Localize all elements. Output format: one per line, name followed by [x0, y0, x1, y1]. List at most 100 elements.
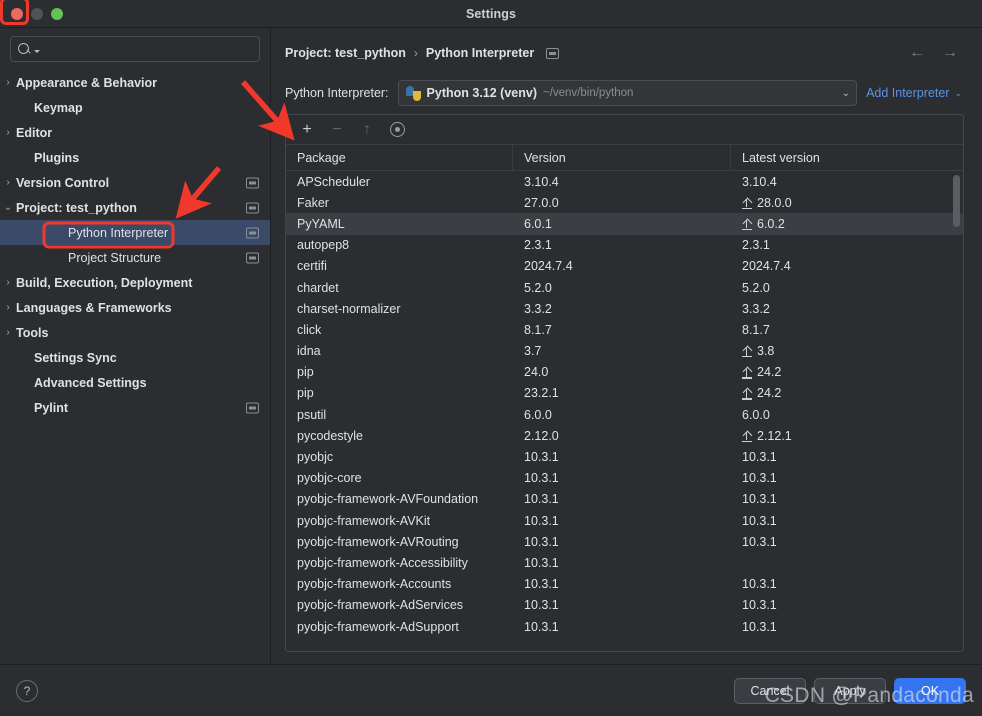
- column-header-latest-version[interactable]: Latest version: [731, 145, 963, 170]
- upgrade-available-icon: [742, 367, 752, 379]
- project-setting-badge-icon: [246, 227, 259, 238]
- interpreter-row: Python Interpreter: Python 3.12 (venv) ~…: [285, 72, 964, 114]
- cancel-button[interactable]: Cancel: [734, 677, 806, 704]
- sidebar-item-pylint[interactable]: Pylint: [0, 395, 270, 420]
- cell-latest-version: 10.3.1: [731, 450, 963, 464]
- cell-latest-version: 10.3.1: [731, 535, 963, 549]
- chevron-down-icon[interactable]: ⌄: [0, 202, 16, 213]
- chevron-right-icon[interactable]: ›: [0, 327, 16, 338]
- cell-package: pyobjc-framework-AdServices: [297, 598, 464, 613]
- cell-package: PyYAML: [297, 216, 345, 231]
- search-input[interactable]: [43, 42, 252, 56]
- upgrade-available-icon: [742, 197, 752, 210]
- breadcrumb-root[interactable]: Project: test_python: [285, 46, 406, 60]
- sidebar-item-python-interpreter[interactable]: Python Interpreter: [0, 220, 270, 245]
- chevron-down-icon[interactable]: ⌄: [836, 88, 850, 99]
- cell-latest-version: 3.8: [731, 344, 963, 358]
- sidebar-item-project-structure[interactable]: Project Structure: [0, 245, 270, 270]
- table-row[interactable]: pip 24.0 24.2: [286, 362, 963, 383]
- sidebar-item-appearance-behavior[interactable]: › Appearance & Behavior: [0, 70, 270, 95]
- search-filter-caret-icon[interactable]: [34, 49, 40, 53]
- latest-version-text: 10.3.1: [742, 577, 777, 592]
- help-button[interactable]: ?: [16, 679, 38, 702]
- table-row[interactable]: APScheduler 3.10.4 3.10.4: [286, 171, 963, 192]
- search-box[interactable]: [10, 36, 260, 62]
- cell-package: pyobjc-core: [297, 471, 362, 486]
- sidebar-item-label: Pylint: [34, 400, 69, 415]
- table-row[interactable]: autopep8 2.3.1 2.3.1: [286, 235, 963, 256]
- sidebar-item-version-control[interactable]: › Version Control: [0, 170, 270, 195]
- search-area: [0, 28, 270, 68]
- latest-version-text: 3.3.2: [742, 301, 770, 316]
- back-arrow-icon[interactable]: ←: [909, 45, 925, 61]
- table-row[interactable]: pyobjc-framework-Accounts 10.3.1 10.3.1: [286, 574, 963, 595]
- table-row[interactable]: idna 3.7 3.8: [286, 341, 963, 362]
- table-row[interactable]: PyYAML 6.0.1 6.0.2: [286, 213, 963, 235]
- sidebar-item-label: Advanced Settings: [34, 375, 147, 390]
- sidebar-item-project-test-python[interactable]: ⌄ Project: test_python: [0, 195, 270, 220]
- table-row[interactable]: pyobjc-framework-AdServices 10.3.1 10.3.1: [286, 595, 963, 616]
- cell-package: pycodestyle: [297, 428, 364, 443]
- sidebar-item-label: Keymap: [34, 100, 83, 115]
- chevron-right-icon[interactable]: ›: [0, 277, 16, 288]
- latest-version-text: 10.3.1: [742, 513, 777, 528]
- project-setting-badge-icon: [246, 202, 259, 213]
- table-row[interactable]: Faker 27.0.0 28.0.0: [286, 192, 963, 213]
- cell-latest-version: 2.3.1: [731, 238, 963, 252]
- sidebar-item-languages-frameworks[interactable]: › Languages & Frameworks: [0, 295, 270, 320]
- table-row[interactable]: pyobjc-framework-AdSupport 10.3.1 10.3.1: [286, 616, 963, 637]
- table-row[interactable]: pyobjc-framework-AVRouting 10.3.1 10.3.1: [286, 531, 963, 552]
- latest-version-text: 28.0.0: [757, 195, 792, 210]
- forward-arrow-icon[interactable]: →: [942, 45, 958, 61]
- ok-button[interactable]: OK: [894, 677, 966, 704]
- sidebar-item-build-execution-deployment[interactable]: › Build, Execution, Deployment: [0, 270, 270, 295]
- sidebar-item-tools[interactable]: › Tools: [0, 320, 270, 345]
- column-header-package[interactable]: Package: [286, 145, 513, 170]
- cell-latest-version: 3.10.4: [731, 175, 963, 189]
- table-row[interactable]: pyobjc-framework-Accessibility 10.3.1: [286, 552, 963, 573]
- chevron-right-icon[interactable]: ›: [0, 302, 16, 313]
- cell-latest-version: 10.3.1: [731, 598, 963, 612]
- table-row[interactable]: pyobjc-framework-AVFoundation 10.3.1 10.3.…: [286, 489, 963, 510]
- chevron-right-icon[interactable]: ›: [0, 127, 16, 138]
- cell-version: 2024.7.4: [524, 259, 573, 274]
- sidebar-item-editor[interactable]: › Editor: [0, 120, 270, 145]
- table-row[interactable]: charset-normalizer 3.3.2 3.3.2: [286, 298, 963, 319]
- chevron-right-icon[interactable]: ›: [0, 77, 16, 88]
- table-row[interactable]: pip 23.2.1 24.2: [286, 383, 963, 404]
- window-title: Settings: [465, 6, 517, 21]
- sidebar-item-keymap[interactable]: Keymap: [0, 95, 270, 120]
- table-row[interactable]: certifi 2024.7.4 2024.7.4: [286, 256, 963, 277]
- sidebar-item-settings-sync[interactable]: Settings Sync: [0, 345, 270, 370]
- chevron-down-icon: ⌄: [954, 87, 962, 98]
- packages-scrollbar[interactable]: [953, 175, 960, 227]
- remove-package-button[interactable]: −: [324, 119, 350, 141]
- cell-latest-version: 10.3.1: [731, 471, 963, 485]
- column-header-version[interactable]: Version: [513, 145, 731, 170]
- cell-latest-version: 8.1.7: [731, 323, 963, 337]
- table-row[interactable]: psutil 6.0.0 6.0.0: [286, 404, 963, 425]
- cell-version: 10.3.1: [524, 471, 559, 486]
- nav-arrows: ← →: [909, 45, 964, 61]
- add-interpreter-button[interactable]: Add Interpreter ⌄: [866, 86, 964, 100]
- apply-button[interactable]: Apply: [814, 677, 886, 704]
- table-row[interactable]: pyobjc-framework-AVKit 10.3.1 10.3.1: [286, 510, 963, 531]
- add-package-button[interactable]: +: [294, 119, 320, 141]
- table-row[interactable]: click 8.1.7 8.1.7: [286, 319, 963, 340]
- chevron-right-icon[interactable]: ›: [0, 177, 16, 188]
- interpreter-combobox[interactable]: Python 3.12 (venv) ~/venv/bin/python ⌄: [397, 80, 858, 106]
- table-row[interactable]: chardet 5.2.0 5.2.0: [286, 277, 963, 298]
- table-row[interactable]: pyobjc 10.3.1 10.3.1: [286, 446, 963, 467]
- show-early-releases-button[interactable]: [384, 119, 410, 141]
- upgrade-package-button[interactable]: ↑: [354, 119, 380, 141]
- settings-tree: › Appearance & Behavior Keymap › Editor Plugi…: [0, 68, 270, 420]
- sidebar-item-plugins[interactable]: Plugins: [0, 145, 270, 170]
- table-row[interactable]: pyobjc-core 10.3.1 10.3.1: [286, 468, 963, 489]
- cell-latest-version: 24.2: [731, 365, 963, 379]
- cell-latest-version: 6.0.2: [731, 217, 963, 231]
- sidebar-item-advanced-settings[interactable]: Advanced Settings: [0, 370, 270, 395]
- project-setting-badge-icon: [246, 177, 259, 188]
- table-row[interactable]: pycodestyle 2.12.0 2.12.1: [286, 425, 963, 446]
- sidebar-item-label: Python Interpreter: [68, 225, 169, 240]
- cell-latest-version: 2.12.1: [731, 429, 963, 443]
